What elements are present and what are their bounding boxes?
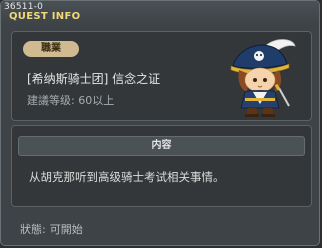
status-label: 狀態:	[20, 223, 46, 236]
job-badge: 職業	[23, 41, 79, 57]
quest-level-requirement: 建議等级: 60以上	[27, 94, 115, 107]
quest-content-panel: 内容 从胡克那听到高级骑士考试相关事情。	[11, 125, 312, 207]
quest-info-window: 36511-0 QUEST INFO 職業 [希纳斯骑士团] 信念之证 建議等级…	[0, 0, 320, 246]
status-value: 可開始	[49, 223, 83, 236]
quest-name: [希纳斯骑士团] 信念之证	[27, 72, 161, 86]
window-title: QUEST INFO	[9, 11, 81, 22]
quest-status: 狀態: 可開始	[20, 221, 83, 237]
quest-summary-panel: 職業 [希纳斯骑士团] 信念之证 建議等级: 60以上	[11, 31, 312, 121]
content-header: 内容	[18, 136, 305, 156]
title-bar[interactable]: 36511-0 QUEST INFO	[1, 1, 319, 25]
pirate-captain-npc-icon	[230, 39, 296, 117]
content-text: 从胡克那听到高级骑士考试相关事情。	[29, 170, 225, 184]
